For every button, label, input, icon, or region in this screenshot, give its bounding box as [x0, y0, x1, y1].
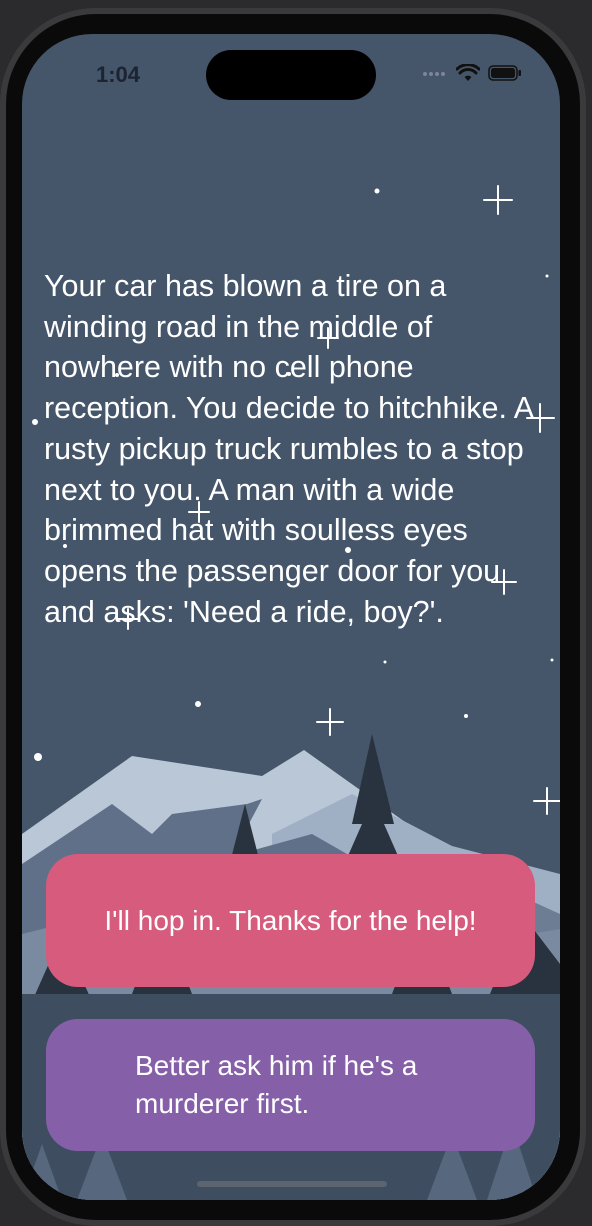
story-text: Your car has blown a tire on a winding r… — [44, 269, 533, 629]
status-time: 1:04 — [96, 62, 141, 87]
app-screen: 1:04 Your car has blown a tire on a wind… — [22, 34, 560, 1200]
dynamic-island — [206, 50, 376, 100]
choice-hop-in-label: I'll hop in. Thanks for the help! — [104, 904, 477, 936]
wifi-icon — [456, 64, 480, 81]
choice-ask-murderer-button[interactable]: Better ask him if he's a murderer first. — [46, 1019, 535, 1151]
choice-ask-murderer-label: Better ask him if he's a murderer first. — [135, 1050, 418, 1119]
signal-dots-icon — [423, 72, 445, 76]
home-indicator[interactable] — [197, 1181, 387, 1187]
choice-hop-in-button[interactable]: I'll hop in. Thanks for the help! — [46, 854, 535, 987]
status-icons — [422, 64, 522, 82]
battery-icon — [488, 65, 521, 81]
